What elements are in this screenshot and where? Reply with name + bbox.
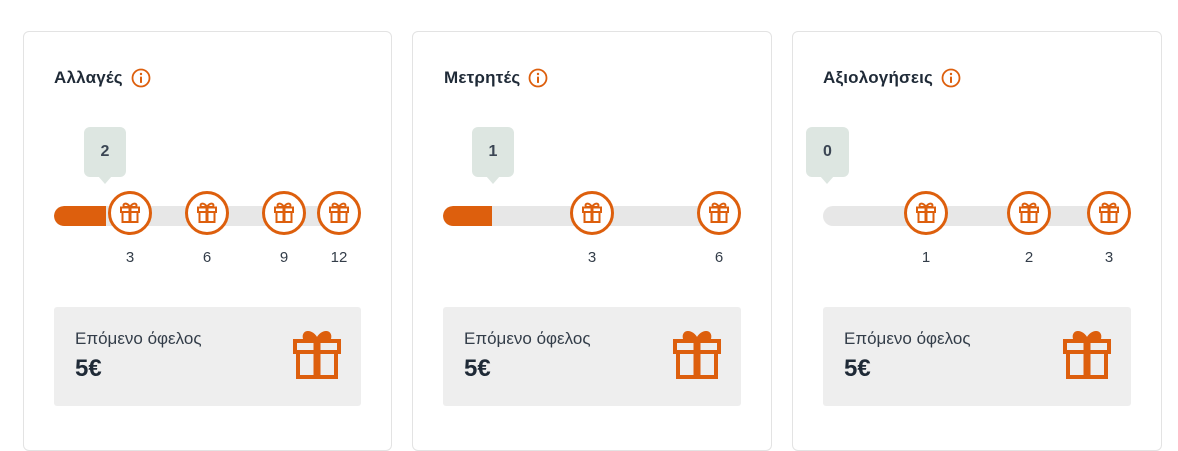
- milestone-gift-icon: [570, 191, 614, 235]
- gift-icon: [292, 328, 342, 380]
- progress-fill: [54, 206, 106, 226]
- milestone-gift-icon: [1007, 191, 1051, 235]
- milestone-label: 1: [921, 249, 931, 266]
- card-title: Αξιολογήσεις: [823, 68, 934, 87]
- milestone-label: 3: [587, 249, 597, 266]
- next-benefit-box: Επόμενο όφελος 5€: [54, 307, 361, 406]
- milestone-gift-icon: [904, 191, 948, 235]
- gift-icon: [672, 328, 722, 380]
- next-benefit-box: Επόμενο όφελος 5€: [443, 307, 741, 406]
- next-benefit-label: Επόμενο όφελος: [464, 329, 591, 348]
- current-count: 0: [823, 143, 832, 160]
- milestone-gift-icon: [697, 191, 741, 235]
- gift-icon: [1062, 328, 1112, 380]
- next-benefit-label: Επόμενο όφελος: [75, 329, 202, 348]
- milestone-label: 6: [202, 249, 212, 266]
- info-icon[interactable]: [131, 68, 151, 88]
- card-title-row: Μετρητές: [444, 68, 548, 88]
- next-benefit-value: 5€: [844, 355, 871, 382]
- info-icon[interactable]: [941, 68, 961, 88]
- progress-track: [823, 206, 1129, 226]
- milestone-label: 6: [714, 249, 724, 266]
- milestone-label: 2: [1024, 249, 1034, 266]
- next-benefit-value: 5€: [464, 355, 491, 382]
- card-title-row: Αλλαγές: [54, 68, 151, 88]
- milestone-gift-icon: [317, 191, 361, 235]
- card-title-row: Αξιολογήσεις: [823, 68, 961, 88]
- next-benefit-value: 5€: [75, 355, 102, 382]
- current-count: 1: [488, 143, 498, 160]
- milestone-gift-icon: [108, 191, 152, 235]
- next-benefit-box: Επόμενο όφελος 5€: [823, 307, 1131, 406]
- milestone-gift-icon: [1087, 191, 1131, 235]
- card-title: Μετρητές: [444, 68, 521, 87]
- current-count-bubble: 0: [806, 127, 849, 184]
- milestone-label: 3: [1104, 249, 1114, 266]
- current-count: 2: [100, 143, 110, 160]
- milestone-gift-icon: [262, 191, 306, 235]
- info-icon[interactable]: [528, 68, 548, 88]
- progress-fill: [443, 206, 492, 226]
- milestone-label: 9: [279, 249, 289, 266]
- milestone-gift-icon: [185, 191, 229, 235]
- card-title: Αλλαγές: [54, 68, 123, 87]
- next-benefit-label: Επόμενο όφελος: [844, 329, 971, 348]
- current-count-bubble: 2: [84, 127, 126, 184]
- current-count-bubble: 1: [472, 127, 514, 184]
- milestone-label: 12: [330, 249, 348, 266]
- milestone-label: 3: [125, 249, 135, 266]
